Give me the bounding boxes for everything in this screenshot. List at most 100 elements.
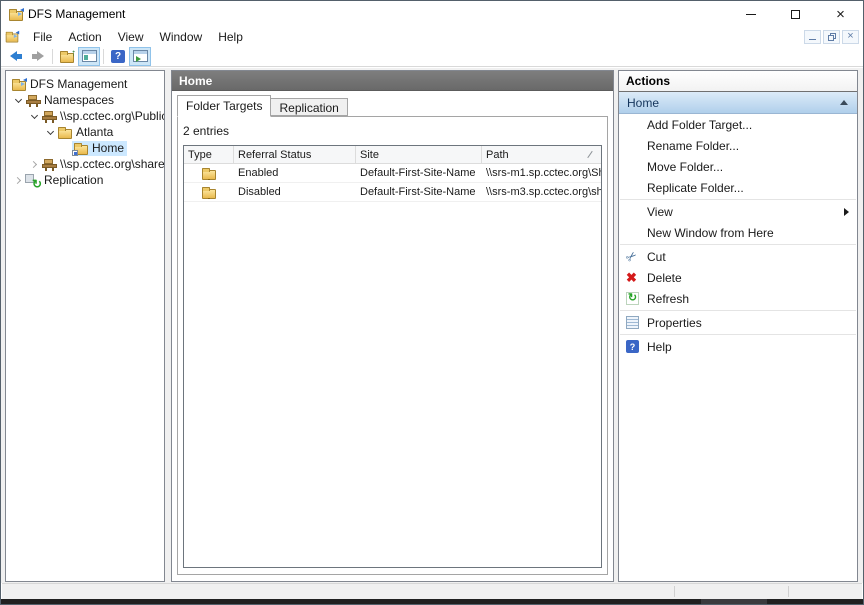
- refresh-icon: ↻: [626, 292, 639, 305]
- tree-item-replication[interactable]: ↻ Replication: [6, 172, 164, 190]
- menu-file[interactable]: File: [25, 29, 60, 45]
- dfs-app-icon: [9, 7, 24, 21]
- action-properties[interactable]: Properties: [619, 312, 857, 333]
- submenu-arrow-icon: [844, 207, 849, 216]
- menu-help[interactable]: Help: [210, 29, 251, 45]
- results-pane-header: Home: [172, 71, 613, 91]
- action-view[interactable]: View: [619, 201, 857, 222]
- mdi-minimize-button[interactable]: [804, 29, 821, 44]
- results-pane: Home Folder Targets Replication 2 entrie…: [171, 70, 614, 582]
- back-button[interactable]: [5, 47, 27, 66]
- action-help[interactable]: ? Help: [619, 336, 857, 357]
- column-header-referral-status[interactable]: Referral Status: [234, 146, 356, 163]
- tree-item-atlanta[interactable]: Atlanta: [6, 124, 164, 140]
- tab-strip: Folder Targets Replication: [172, 95, 613, 117]
- chevron-collapsed-icon[interactable]: [28, 160, 40, 168]
- back-icon: [10, 51, 22, 61]
- actions-separator: [620, 310, 856, 311]
- tree-item-namespaces[interactable]: Namespaces: [6, 92, 164, 108]
- sort-ascending-icon: [587, 150, 593, 159]
- action-new-window-from-here[interactable]: New Window from Here: [619, 222, 857, 243]
- window-title: DFS Management: [28, 7, 126, 21]
- show-console-tree-icon: [81, 50, 97, 62]
- actions-separator: [620, 199, 856, 200]
- forward-icon: [32, 51, 44, 61]
- console-window-icon[interactable]: [5, 30, 20, 43]
- toolbar: ↑ ?: [1, 46, 863, 67]
- table-row[interactable]: Enabled Default-First-Site-Name \\srs-m1…: [184, 164, 601, 183]
- show-action-pane-button[interactable]: [129, 46, 151, 66]
- dfs-management-window: DFS Management × File Action View Window…: [0, 0, 864, 605]
- column-header-type[interactable]: Type: [184, 146, 234, 163]
- chevron-expanded-icon[interactable]: [28, 111, 40, 119]
- list-header-row: Type Referral Status Site Path: [184, 146, 601, 164]
- namespaces-icon: [24, 93, 42, 107]
- dfs-root-icon: [10, 77, 28, 91]
- folder-targets-tab-page: 2 entries Type Referral Status Site Path…: [177, 116, 608, 575]
- action-add-folder-target[interactable]: Add Folder Target...: [619, 114, 857, 135]
- maximize-icon: [791, 9, 800, 19]
- help-icon: ?: [111, 49, 125, 63]
- folder-targets-list: Type Referral Status Site Path Enabled D…: [183, 145, 602, 568]
- folder-icon: [56, 126, 74, 139]
- collapse-section-icon[interactable]: [840, 100, 848, 105]
- close-icon: ×: [836, 5, 845, 23]
- help-icon: ?: [626, 340, 639, 353]
- tree-item-namespace-public[interactable]: \\sp.cctec.org\Public: [6, 108, 164, 124]
- maximize-button[interactable]: [773, 1, 818, 27]
- forward-button[interactable]: [27, 47, 49, 66]
- action-cut[interactable]: ✂ Cut: [619, 246, 857, 267]
- menu-view[interactable]: View: [110, 29, 152, 45]
- console-tree-pane: DFS Management Namespaces \\sp.cctec.org…: [5, 70, 165, 582]
- actions-separator: [620, 334, 856, 335]
- properties-icon: [626, 316, 639, 329]
- column-header-path[interactable]: Path: [482, 146, 601, 163]
- actions-section-title: Home: [627, 95, 660, 110]
- help-button[interactable]: ?: [107, 47, 129, 66]
- close-button[interactable]: ×: [818, 1, 863, 27]
- actions-separator: [620, 244, 856, 245]
- mdi-window-controls: ×: [804, 29, 859, 44]
- status-bar: [2, 583, 862, 599]
- namespace-icon: [40, 157, 58, 171]
- actions-pane-title: Actions: [619, 71, 857, 92]
- chevron-expanded-icon[interactable]: [12, 95, 24, 103]
- title-bar: DFS Management ×: [1, 1, 863, 27]
- status-bar-separator: [674, 586, 675, 597]
- tab-replication[interactable]: Replication: [271, 98, 348, 116]
- namespace-icon: [40, 109, 58, 123]
- mdi-close-button[interactable]: ×: [842, 29, 859, 44]
- tab-folder-targets[interactable]: Folder Targets: [177, 95, 272, 117]
- action-move-folder[interactable]: Move Folder...: [619, 156, 857, 177]
- actions-pane: Actions Home Add Folder Target... Rename…: [618, 70, 858, 582]
- status-bar-separator: [788, 586, 789, 597]
- show-console-tree-button[interactable]: [78, 46, 100, 66]
- tree-item-home[interactable]: Home: [6, 140, 164, 156]
- toolbar-separator: [103, 48, 104, 64]
- column-header-site[interactable]: Site: [356, 146, 482, 163]
- actions-section-home[interactable]: Home: [619, 92, 857, 114]
- action-refresh[interactable]: ↻ Refresh: [619, 288, 857, 309]
- chevron-expanded-icon[interactable]: [44, 127, 56, 135]
- tree-item-namespace-shares[interactable]: \\sp.cctec.org\shares: [6, 156, 164, 172]
- up-one-folder-icon: ↑: [60, 48, 76, 63]
- action-rename-folder[interactable]: Rename Folder...: [619, 135, 857, 156]
- scissors-icon: ✂: [622, 247, 641, 266]
- toolbar-separator: [52, 48, 53, 64]
- minimize-button[interactable]: [728, 1, 773, 27]
- chevron-collapsed-icon[interactable]: [12, 176, 24, 184]
- mdi-restore-button[interactable]: [823, 29, 840, 44]
- action-replicate-folder[interactable]: Replicate Folder...: [619, 177, 857, 198]
- menu-action[interactable]: Action: [60, 29, 109, 45]
- table-row[interactable]: Disabled Default-First-Site-Name \\srs-m…: [184, 183, 601, 202]
- show-action-pane-icon: [132, 50, 148, 62]
- mdi-minimize-icon: [809, 39, 816, 40]
- replication-icon: ↻: [24, 173, 42, 190]
- menu-window[interactable]: Window: [152, 29, 211, 45]
- content-area: DFS Management Namespaces \\sp.cctec.org…: [1, 68, 863, 583]
- up-one-folder-button[interactable]: ↑: [56, 47, 78, 66]
- mdi-restore-icon: [827, 32, 836, 41]
- tree-item-dfs-management[interactable]: DFS Management: [6, 76, 164, 92]
- folder-target-icon: [184, 167, 234, 180]
- action-delete[interactable]: ✖ Delete: [619, 267, 857, 288]
